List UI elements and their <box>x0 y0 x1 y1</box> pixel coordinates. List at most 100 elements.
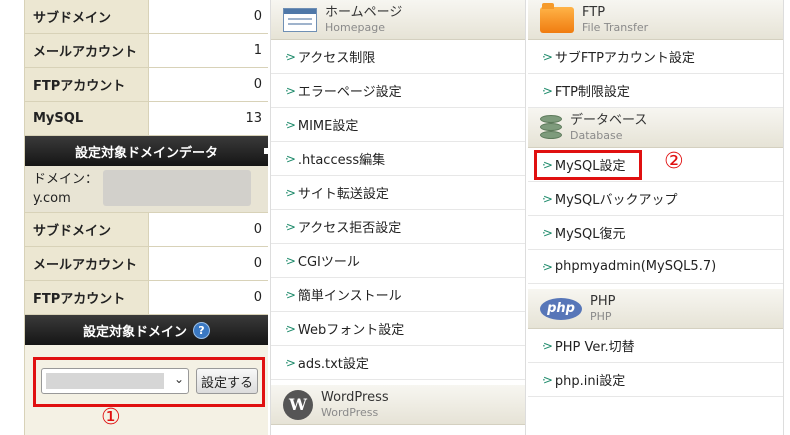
ftp-title: FTP <box>582 4 606 20</box>
arrow-icon: ·> <box>542 191 553 206</box>
arrow-icon: ·> <box>285 151 296 166</box>
stat-row-subdomain-2: サブドメイン 0 <box>25 213 268 247</box>
stat-value: 0 <box>149 281 268 314</box>
stat-value: 0 <box>149 68 268 101</box>
stat-value: 1 <box>149 34 268 67</box>
stat-row-mysql: MySQL 13 <box>25 102 268 136</box>
browser-window-icon <box>283 7 317 32</box>
arrow-icon: ·> <box>285 287 296 302</box>
header-edge <box>264 148 268 154</box>
arrow-icon: ·> <box>542 225 553 240</box>
highlight-box-1: ⌄ 設定する <box>33 357 265 407</box>
homepage-title: ホームページ <box>325 4 403 20</box>
arrow-icon: ·> <box>542 338 553 353</box>
arrow-icon: ·> <box>285 321 296 336</box>
menu-item-htaccess[interactable]: ·> .htaccess編集 <box>271 142 525 176</box>
wordpress-header: W WordPress WordPress <box>271 385 525 425</box>
menu-item-label: エラーページ設定 <box>297 85 402 100</box>
left-panel: サブドメイン 0 メールアカウント 1 FTPアカウント 0 MySQL 13 … <box>24 0 268 435</box>
stat-label: FTPアカウント <box>25 68 149 101</box>
menu-item-ads-txt[interactable]: ·> ads.txt設定 <box>271 346 525 380</box>
domain-name-redacted <box>103 170 251 206</box>
set-domain-button[interactable]: 設定する <box>196 368 258 394</box>
menu-item-label: php.ini設定 <box>554 374 626 389</box>
domain-select-area: ⌄ 設定する ① <box>25 345 268 435</box>
menu-item-web-font[interactable]: ·> Webフォント設定 <box>271 312 525 346</box>
menu-item-site-redirect[interactable]: ·> サイト転送設定 <box>271 176 525 210</box>
stat-row-mail: メールアカウント 1 <box>25 34 268 68</box>
menu-item-ftp-limit[interactable]: ·> FTP制限設定 <box>528 74 783 108</box>
stat-label: FTPアカウント <box>25 281 149 314</box>
menu-item-mysql-restore[interactable]: ·> MySQL復元 <box>528 216 783 250</box>
php-title: PHP <box>590 293 616 309</box>
stat-value: 0 <box>149 247 268 280</box>
stat-row-mail-2: メールアカウント 0 <box>25 247 268 281</box>
arrow-icon: ·> <box>285 253 296 268</box>
menu-item-access-deny[interactable]: ·> アクセス拒否設定 <box>271 210 525 244</box>
arrow-icon: ·> <box>542 259 553 274</box>
menu-item-label: MySQLバックアップ <box>554 193 678 208</box>
arrow-icon: ·> <box>285 219 296 234</box>
marker-1: ① <box>101 405 121 430</box>
menu-item-label: PHP Ver.切替 <box>554 340 635 355</box>
arrow-icon: ·> <box>542 372 553 387</box>
php-header: php PHP PHP <box>528 289 783 329</box>
database-title: データベース <box>570 112 648 128</box>
menu-item-error-page[interactable]: ·> エラーページ設定 <box>271 74 525 108</box>
arrow-icon: ·> <box>285 117 296 132</box>
menu-item-label: アクセス拒否設定 <box>297 221 402 236</box>
wordpress-title: WordPress <box>321 389 389 405</box>
stat-value: 0 <box>149 213 268 246</box>
homepage-subtitle: Homepage <box>325 20 385 34</box>
stat-value: 13 <box>149 102 268 135</box>
folder-icon <box>540 2 574 33</box>
menu-item-sub-ftp[interactable]: ·> サブFTPアカウント設定 <box>528 40 783 74</box>
database-subtitle: Database <box>570 128 623 142</box>
marker-2: ② <box>664 149 684 174</box>
menu-item-php-ini[interactable]: ·> php.ini設定 <box>528 363 783 397</box>
menu-item-php-version[interactable]: ·> PHP Ver.切替 <box>528 329 783 363</box>
stat-label: MySQL <box>25 102 149 135</box>
menu-item-label: CGIツール <box>297 255 360 270</box>
menu-item-mysql-settings[interactable]: ·> MySQL設定 ② <box>528 148 783 182</box>
target-domain-header: 設定対象ドメイン ? <box>25 315 268 345</box>
menu-item-label: アクセス制限 <box>297 51 376 66</box>
server-column: FTP File Transfer ·> サブFTPアカウント設定 ·> FTP制限… <box>528 0 784 435</box>
database-header: データベース Database <box>528 108 783 148</box>
domain-select-redacted <box>46 373 164 389</box>
stat-row-ftp: FTPアカウント 0 <box>25 68 268 102</box>
menu-item-phpmyadmin[interactable]: ·> phpmyadmin(MySQL5.7) <box>528 250 783 284</box>
homepage-column: ホームページ Homepage ·> アクセス制限 ·> エラーページ設定 ·> MI… <box>270 0 526 435</box>
stat-label: サブドメイン <box>25 213 149 246</box>
arrow-icon: ·> <box>542 83 553 98</box>
database-icon <box>540 114 562 141</box>
help-icon[interactable]: ? <box>193 321 210 339</box>
menu-item-access-limit[interactable]: ·> アクセス制限 <box>271 40 525 74</box>
arrow-icon: ·> <box>285 49 296 64</box>
arrow-icon: ·> <box>285 185 296 200</box>
domain-info: ドメイン： y.com <box>25 166 268 213</box>
arrow-icon: ·> <box>285 83 296 98</box>
menu-item-mime[interactable]: ·> MIME設定 <box>271 108 525 142</box>
php-subtitle: PHP <box>590 309 612 323</box>
target-domain-title: 設定対象ドメイン <box>82 324 187 340</box>
php-icon: php <box>540 297 582 320</box>
menu-item-label: MIME設定 <box>297 119 359 134</box>
menu-item-mysql-backup[interactable]: ·> MySQLバックアップ <box>528 182 783 216</box>
menu-item-label: Webフォント設定 <box>297 323 405 338</box>
menu-item-easy-install[interactable]: ·> 簡単インストール <box>271 278 525 312</box>
stat-label: サブドメイン <box>25 0 149 33</box>
arrow-icon: ·> <box>542 49 553 64</box>
chevron-down-icon: ⌄ <box>173 372 184 386</box>
menu-item-label: MySQL復元 <box>554 227 626 242</box>
domain-data-title: 設定対象ドメインデータ <box>74 145 218 161</box>
menu-item-label: サブFTPアカウント設定 <box>554 51 695 66</box>
stat-label: メールアカウント <box>25 247 149 280</box>
homepage-header: ホームページ Homepage <box>271 0 525 40</box>
menu-item-label: 簡単インストール <box>297 289 402 304</box>
ftp-header: FTP File Transfer <box>528 0 783 40</box>
menu-item-cgi-tools[interactable]: ·> CGIツール <box>271 244 525 278</box>
domain-select[interactable]: ⌄ <box>41 368 189 394</box>
menu-item-label: .htaccess編集 <box>297 153 386 168</box>
wordpress-icon: W <box>283 389 313 420</box>
